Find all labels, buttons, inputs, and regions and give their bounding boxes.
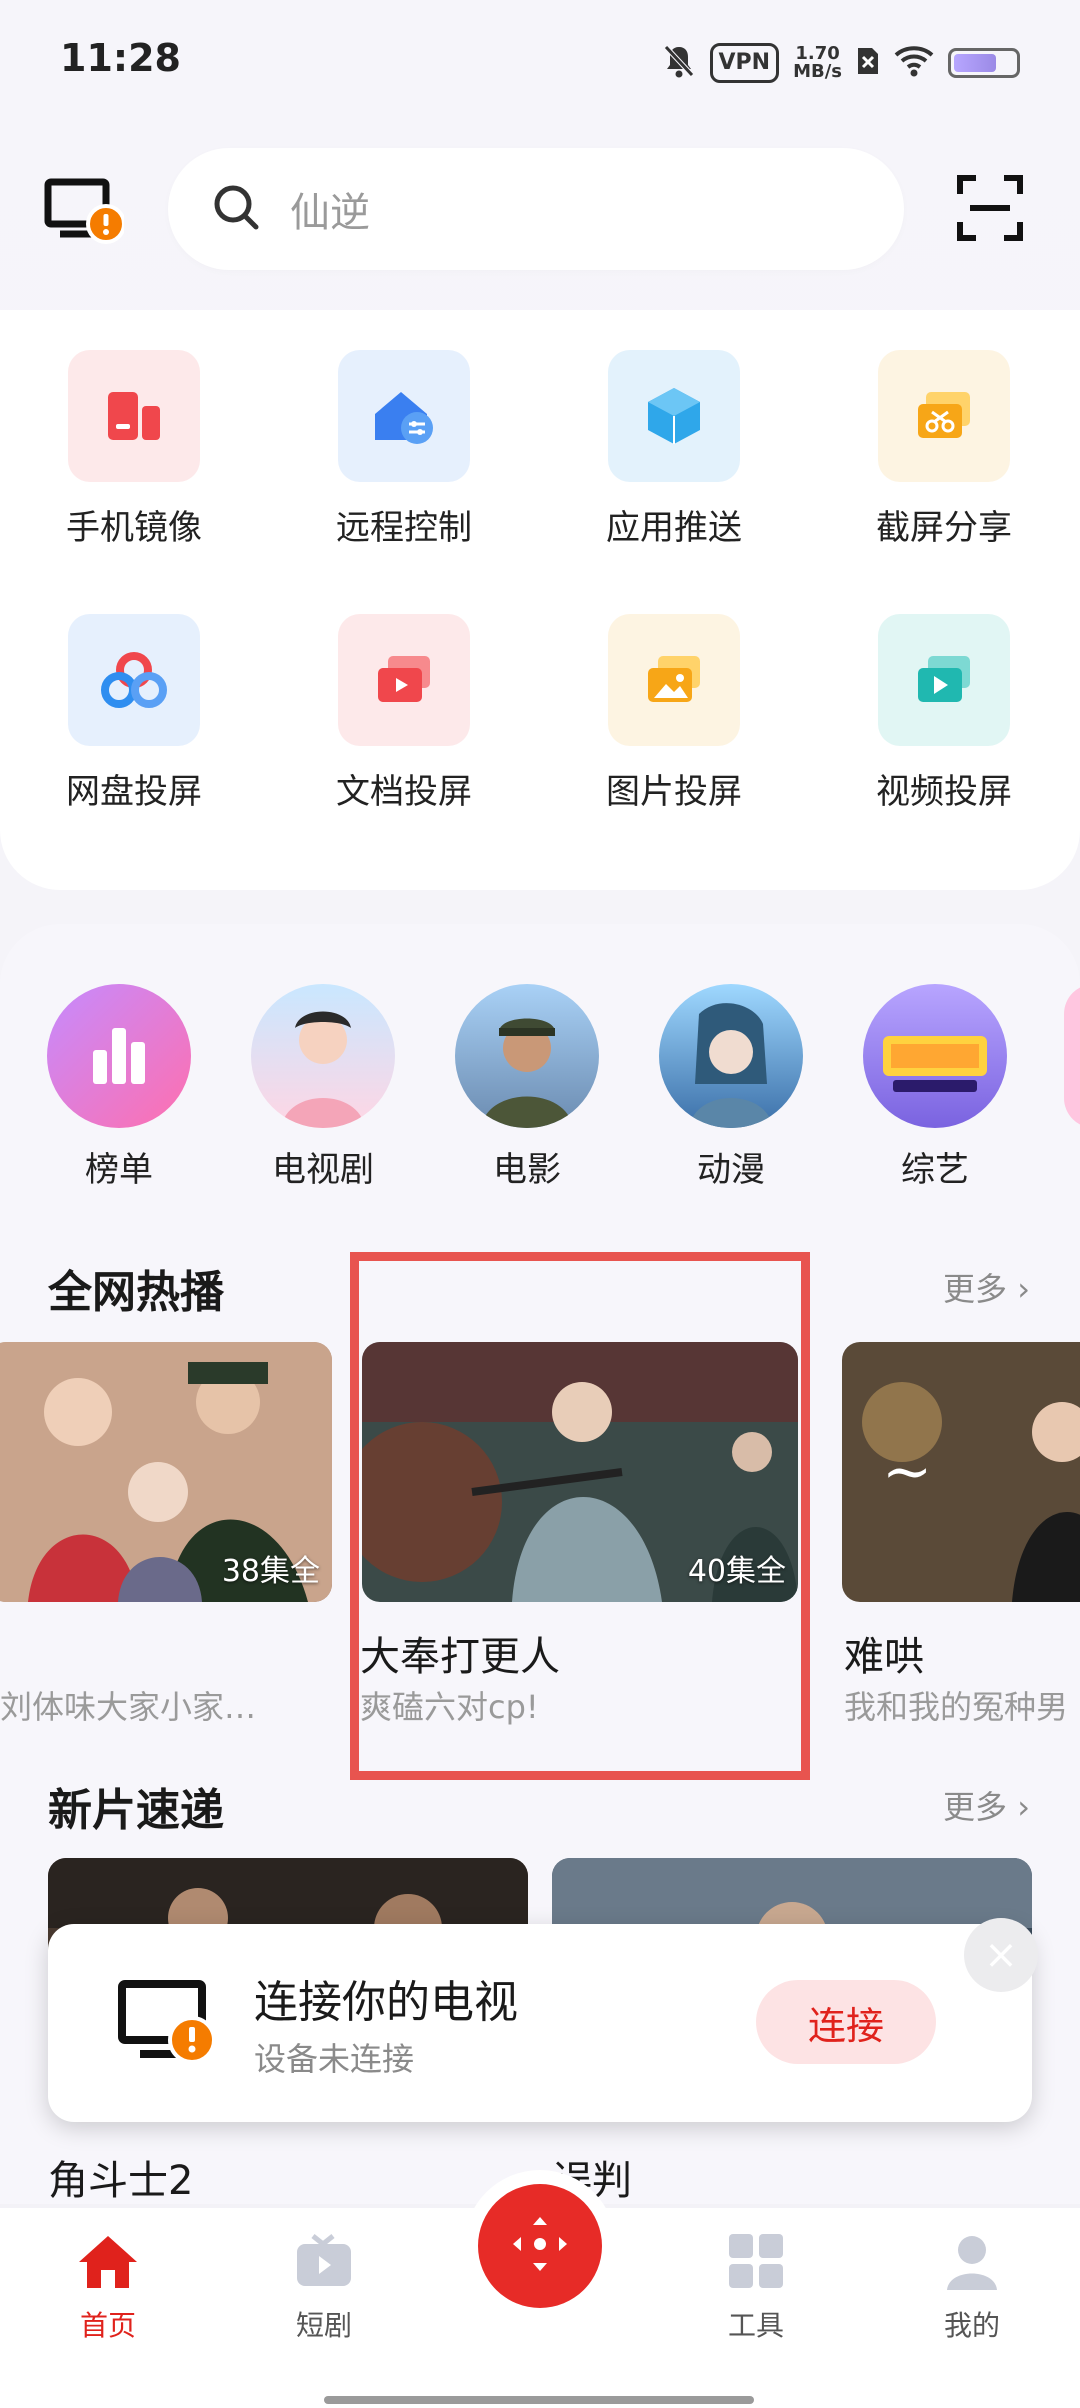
more-label: 更多 — [943, 1788, 1008, 1826]
tool-remote-control[interactable]: 远程控制 — [314, 350, 494, 549]
vpn-badge: VPN — [709, 43, 780, 83]
section-title-new: 新片速递 — [48, 1785, 224, 1836]
document-cast-icon — [338, 614, 470, 746]
monitor-alert-icon[interactable] — [44, 178, 126, 244]
header: 仙逆 — [0, 140, 1080, 270]
dpad-icon — [507, 2211, 573, 2281]
category-label: 综艺 — [901, 1150, 969, 1190]
battery-level — [954, 54, 996, 72]
category-anime[interactable]: 动漫 — [656, 984, 806, 1191]
highlight-box — [350, 1252, 810, 1780]
svg-text:~: ~ — [882, 1437, 932, 1507]
battery-icon — [948, 48, 1020, 78]
variety-thumbnail — [863, 984, 1007, 1128]
tools-grid-icon — [723, 2234, 789, 2296]
ranking-icon — [47, 984, 191, 1128]
anime-thumbnail — [659, 984, 803, 1128]
card-title: 角斗士2 — [48, 2158, 194, 2204]
tool-cloud-cast[interactable]: 网盘投屏 — [44, 614, 224, 813]
status-time: 11:28 — [60, 36, 181, 80]
episode-badge: 38集全 — [221, 1554, 320, 1589]
tool-screenshot-share[interactable]: 截屏分享 — [854, 350, 1034, 549]
card-subtitle: 刘体味大家小家… — [0, 1688, 257, 1726]
screenshot-share-icon — [878, 350, 1010, 482]
category-label: 电视剧 — [272, 1150, 374, 1190]
category-movie[interactable]: 电影 — [452, 984, 602, 1191]
connect-button[interactable]: 连接 — [756, 1980, 936, 2064]
close-icon[interactable]: × — [964, 1918, 1038, 1992]
network-speed: 1.70 MB/s — [793, 45, 842, 81]
category-tv-series[interactable]: 电视剧 — [248, 984, 398, 1191]
chevron-right-icon: › — [1017, 1270, 1030, 1308]
short-drama-icon — [291, 2234, 357, 2296]
remote-control-button[interactable] — [478, 2184, 602, 2308]
tools-card: 手机镜像 远程控制 应用推送 截屏分享 网盘投屏 文档投屏 图片投屏 视频投屏 — [0, 310, 1080, 890]
scan-icon[interactable] — [956, 174, 1024, 242]
category-label: 动漫 — [697, 1150, 765, 1190]
more-label: 更多 — [943, 1270, 1008, 1308]
hot-more-link[interactable]: 更多 › — [943, 1264, 1030, 1310]
chevron-right-icon: › — [1017, 1788, 1030, 1826]
card-subtitle: 我和我的冤种男 — [844, 1688, 1069, 1726]
movie-thumbnail — [455, 984, 599, 1128]
cloud-cast-icon — [68, 614, 200, 746]
tool-label: 截屏分享 — [876, 508, 1012, 548]
tool-document-cast[interactable]: 文档投屏 — [314, 614, 494, 813]
tool-video-cast[interactable]: 视频投屏 — [854, 614, 1034, 813]
phone-mirror-icon — [68, 350, 200, 482]
tool-label: 文档投屏 — [336, 772, 472, 812]
status-icons: VPN 1.70 MB/s — [662, 38, 1020, 88]
category-variety[interactable]: 综艺 — [860, 984, 1010, 1191]
tool-label: 图片投屏 — [606, 772, 742, 812]
poster-hot-3[interactable]: ~ — [842, 1342, 1080, 1602]
connect-tv-toast: 连接你的电视 设备未连接 连接 — [48, 1924, 1032, 2122]
image-cast-icon — [608, 614, 740, 746]
no-sim-icon — [856, 46, 880, 80]
search-input[interactable]: 仙逆 — [168, 148, 904, 270]
toast-title: 连接你的电视 — [254, 1977, 518, 2028]
status-bar: 11:28 VPN 1.70 MB/s — [0, 0, 1080, 120]
home-indicator[interactable] — [324, 2396, 754, 2404]
section-title-hot: 全网热播 — [48, 1267, 224, 1318]
nav-mine[interactable]: 我的 — [902, 2232, 1042, 2344]
remote-control-icon — [338, 350, 470, 482]
toast-subtitle: 设备未连接 — [254, 2040, 415, 2078]
video-cast-icon — [878, 614, 1010, 746]
app-push-icon — [608, 350, 740, 482]
nav-short-drama[interactable]: 短剧 — [254, 2232, 394, 2344]
category-label: 榜单 — [85, 1150, 153, 1190]
tool-label: 网盘投屏 — [66, 772, 202, 812]
tool-label: 视频投屏 — [876, 772, 1012, 812]
nav-label: 首页 — [79, 2309, 136, 2342]
poster-hot-1[interactable]: 38集全 — [0, 1342, 332, 1602]
nav-tools[interactable]: 工具 — [686, 2232, 826, 2344]
tool-label: 应用推送 — [606, 508, 742, 548]
tv-series-thumbnail — [251, 984, 395, 1128]
category-ranking[interactable]: 榜单 — [44, 984, 194, 1191]
wifi-icon — [894, 45, 934, 81]
tool-image-cast[interactable]: 图片投屏 — [584, 614, 764, 813]
nav-home[interactable]: 首页 — [38, 2232, 178, 2344]
nav-label: 工具 — [727, 2309, 784, 2342]
nav-label: 短剧 — [295, 2309, 352, 2342]
home-icon — [75, 2236, 141, 2296]
monitor-alert-icon — [118, 1978, 218, 2072]
profile-icon — [939, 2236, 1005, 2296]
speed-unit: MB/s — [793, 61, 842, 82]
card-title: 难哄 — [844, 1634, 924, 1680]
new-more-link[interactable]: 更多 › — [943, 1782, 1030, 1828]
tool-app-push[interactable]: 应用推送 — [584, 350, 764, 549]
tool-label: 手机镜像 — [66, 508, 202, 548]
tool-label: 远程控制 — [336, 508, 472, 548]
mute-icon — [662, 43, 696, 83]
search-placeholder: 仙逆 — [290, 190, 370, 236]
category-overflow — [1064, 984, 1080, 1128]
nav-label: 我的 — [943, 2309, 1000, 2342]
search-icon — [212, 183, 260, 235]
category-label: 电影 — [493, 1150, 561, 1190]
tool-phone-mirror[interactable]: 手机镜像 — [44, 350, 224, 549]
